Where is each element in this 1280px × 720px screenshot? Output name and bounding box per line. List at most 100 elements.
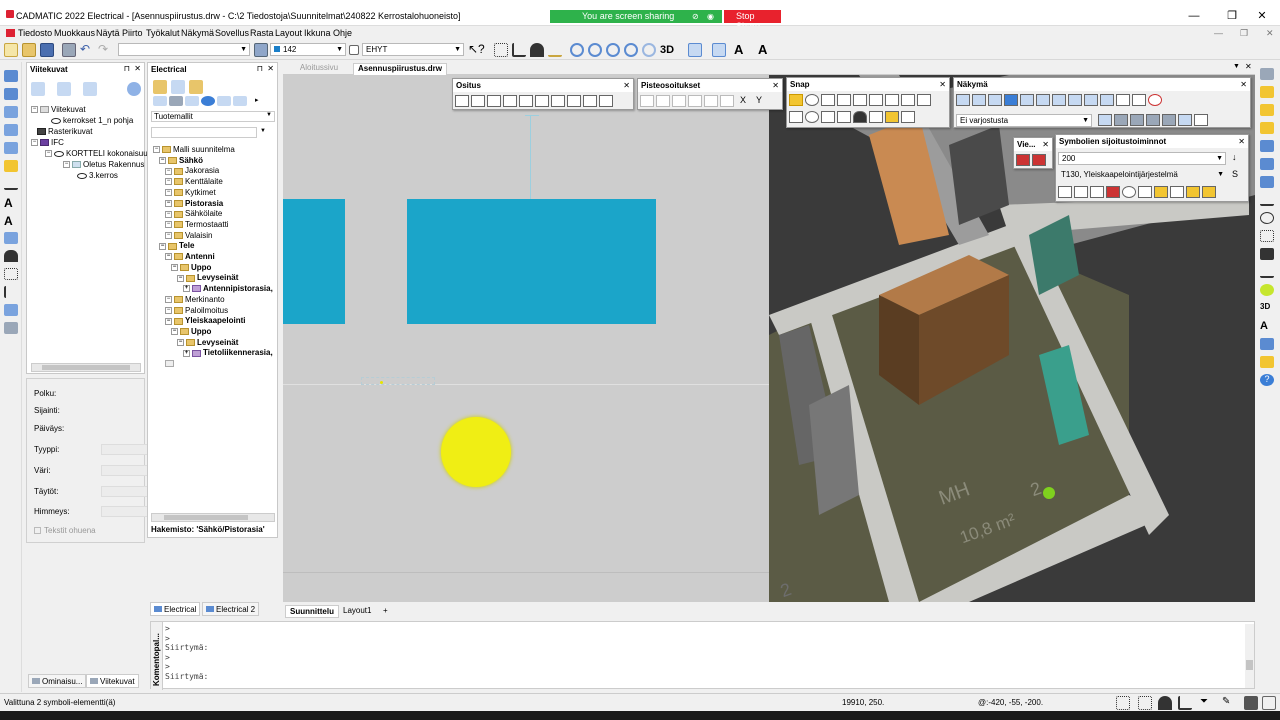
- tree-item[interactable]: − KORTTELI kokonaisuus: [45, 149, 152, 158]
- shade-hidden-icon[interactable]: [1114, 114, 1128, 126]
- folder-icon[interactable]: [153, 80, 167, 94]
- text-edit-icon[interactable]: A: [758, 43, 772, 57]
- shade-wire-icon[interactable]: [1098, 114, 1112, 126]
- tree-item[interactable]: − Kytkimet: [165, 188, 216, 197]
- shade-flat-icon[interactable]: [1130, 114, 1144, 126]
- horizontal-scrollbar[interactable]: [31, 363, 141, 372]
- pen-tool-2-icon[interactable]: [1260, 104, 1274, 116]
- share-settings-icon[interactable]: ◉: [707, 12, 714, 21]
- view-3d-button[interactable]: 3D: [660, 43, 682, 57]
- tree-item[interactable]: Rasterikuvat: [37, 127, 92, 136]
- distance-arrow-icon[interactable]: ↓: [1232, 152, 1237, 162]
- open-file-icon[interactable]: [22, 43, 36, 57]
- snap-nearest-icon[interactable]: [869, 94, 883, 106]
- offset-tool-icon[interactable]: [1260, 266, 1274, 278]
- place-6-icon[interactable]: [1138, 186, 1152, 198]
- expand-toggle-icon[interactable]: −: [171, 264, 178, 272]
- place-4-icon[interactable]: [1106, 186, 1120, 198]
- edit-tool-icon[interactable]: [1260, 140, 1274, 152]
- text-tool-icon[interactable]: A: [4, 196, 18, 210]
- split-1-icon[interactable]: [455, 95, 469, 107]
- close-icon[interactable]: ✕: [1238, 135, 1245, 148]
- link-icon[interactable]: [83, 82, 97, 96]
- snap-endpoint-icon[interactable]: [789, 94, 803, 106]
- tree-item[interactable]: − Sähkölaite: [165, 209, 222, 218]
- point-2-icon[interactable]: [656, 95, 670, 107]
- tree-item[interactable]: − IFC: [31, 138, 64, 147]
- view-rotate-icon[interactable]: [712, 43, 726, 57]
- status-snapgrid-icon[interactable]: [1138, 696, 1152, 710]
- place-3-icon[interactable]: [1090, 186, 1104, 198]
- select-tool-icon[interactable]: [4, 70, 18, 82]
- close-window-button[interactable]: ✕: [1252, 9, 1272, 23]
- add-reference-icon[interactable]: [31, 82, 45, 96]
- tab-asennuspiirustus[interactable]: Asennuspiirustus.drw: [353, 63, 447, 75]
- place-9-icon[interactable]: [1186, 186, 1200, 198]
- tree-item[interactable]: − Levyseinät: [177, 338, 238, 347]
- zoom-out-icon[interactable]: [588, 43, 602, 57]
- export-1-icon[interactable]: [1016, 154, 1030, 166]
- zoom-window-icon[interactable]: [606, 43, 620, 57]
- expand-toggle-icon[interactable]: −: [165, 221, 172, 229]
- cabinet-block-main[interactable]: [407, 199, 656, 324]
- tree-item[interactable]: − Jakorasia: [165, 166, 219, 175]
- pin-icon[interactable]: ⊓: [124, 64, 130, 73]
- polyline-tool-icon[interactable]: [4, 106, 18, 118]
- snap-extension-icon[interactable]: [821, 111, 835, 123]
- menu-tyokalut[interactable]: Työkalut: [146, 28, 180, 38]
- status-grid-icon[interactable]: [1116, 696, 1130, 710]
- x-coordinate-button[interactable]: X: [736, 95, 750, 107]
- shading-combo[interactable]: Ei varjostusta ▼: [956, 114, 1092, 127]
- star-tool-icon[interactable]: [4, 160, 18, 172]
- close-icon[interactable]: ✕: [939, 78, 946, 91]
- info-icon[interactable]: [201, 96, 215, 106]
- minimize-button[interactable]: —: [1184, 9, 1204, 23]
- split-4-icon[interactable]: [503, 95, 517, 107]
- place-1-icon[interactable]: [1058, 186, 1072, 198]
- system-s-icon[interactable]: S: [1232, 169, 1238, 179]
- expand-toggle-icon[interactable]: −: [165, 231, 172, 239]
- tab-electrical[interactable]: Electrical: [150, 602, 201, 616]
- tree-item[interactable]: − Malli suunnitelma: [153, 145, 235, 154]
- tab-layout1[interactable]: Layout1: [339, 605, 375, 618]
- menu-sovellus[interactable]: Sovellus: [215, 28, 249, 38]
- expand-toggle-icon[interactable]: −: [177, 274, 184, 282]
- menu-layout[interactable]: Layout: [275, 28, 302, 38]
- menu-rasta[interactable]: Rasta: [250, 28, 274, 38]
- view-zoom-icon[interactable]: [1132, 94, 1146, 106]
- view-bottom-icon[interactable]: [1036, 94, 1050, 106]
- menu-ikkuna[interactable]: Ikkuna: [304, 28, 331, 38]
- snap-angle-icon[interactable]: [885, 111, 899, 123]
- symbol-tool-icon[interactable]: [1260, 356, 1274, 368]
- cabinet-block-left[interactable]: [283, 199, 345, 324]
- style-combo[interactable]: ▼: [118, 43, 250, 56]
- angle-icon[interactable]: [548, 43, 562, 57]
- rect-tool-icon[interactable]: [4, 124, 18, 136]
- layer-combo[interactable]: 142 ▼: [270, 43, 346, 56]
- doc-close-button[interactable]: ✕: [1266, 28, 1274, 39]
- zoom-previous-icon[interactable]: [642, 43, 656, 57]
- dimension-tool-icon[interactable]: [4, 178, 18, 190]
- view-right-icon[interactable]: [1004, 94, 1018, 106]
- menu-piirto[interactable]: Piirto: [122, 28, 143, 38]
- view-back-icon[interactable]: [972, 94, 986, 106]
- magnet-icon[interactable]: [530, 43, 544, 57]
- expand-toggle-icon[interactable]: −: [171, 328, 178, 336]
- tree-item[interactable]: + Antennipistorasia, PL: [183, 284, 275, 293]
- more-icon[interactable]: ▸: [255, 96, 269, 106]
- menu-nayta[interactable]: Näytä: [96, 28, 120, 38]
- horizontal-scrollbar[interactable]: [151, 513, 275, 522]
- expand-toggle-icon[interactable]: +: [183, 349, 190, 357]
- drawing-canvas-2d[interactable]: [283, 75, 769, 602]
- ortho-icon[interactable]: [512, 43, 526, 57]
- point-4-icon[interactable]: [688, 95, 702, 107]
- expand-toggle-icon[interactable]: −: [165, 199, 172, 207]
- snap-node-icon[interactable]: [885, 94, 899, 106]
- tab-ominaisuudet[interactable]: Ominaisu...: [28, 674, 87, 688]
- expand-toggle-icon[interactable]: −: [159, 157, 166, 165]
- point-3-icon[interactable]: [672, 95, 686, 107]
- pen-tool-icon[interactable]: [1260, 86, 1274, 98]
- tree-item[interactable]: − Oletus Rakennus: [63, 160, 144, 169]
- shade-edges-icon[interactable]: [1178, 114, 1192, 126]
- view-orbit-icon[interactable]: [1148, 94, 1162, 106]
